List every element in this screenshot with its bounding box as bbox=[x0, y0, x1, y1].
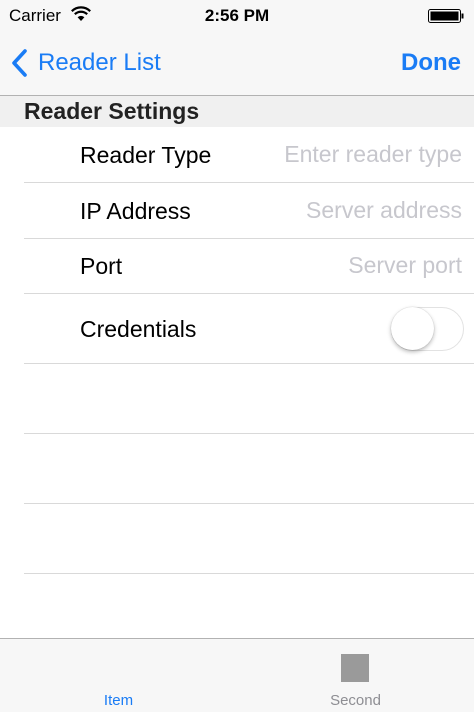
done-button[interactable]: Done bbox=[401, 46, 461, 80]
toggle-knob bbox=[391, 307, 434, 350]
reader-type-row: Reader Type bbox=[0, 127, 474, 183]
section-title: Reader Settings bbox=[24, 98, 200, 124]
credentials-toggle[interactable] bbox=[391, 307, 464, 351]
tab-second-label: Second bbox=[330, 692, 381, 709]
empty-row bbox=[0, 364, 474, 434]
credentials-label: Credentials bbox=[80, 316, 197, 342]
port-input[interactable] bbox=[212, 252, 462, 279]
row-separator bbox=[24, 573, 474, 574]
port-label: Port bbox=[80, 253, 123, 279]
battery-icon bbox=[428, 9, 464, 23]
tab-item-label: Item bbox=[103, 692, 134, 709]
navigation-bar: Reader List Done bbox=[0, 32, 474, 96]
tab-bar: Item Second bbox=[0, 638, 474, 712]
status-bar: Carrier 2:56 PM bbox=[0, 0, 474, 32]
chevron-left-icon bbox=[12, 49, 27, 77]
reader-type-input[interactable] bbox=[212, 141, 462, 168]
status-time: 2:56 PM bbox=[204, 6, 270, 25]
ip-address-input[interactable] bbox=[212, 197, 462, 224]
tab-second[interactable]: Second bbox=[237, 639, 474, 712]
credentials-row: Credentials bbox=[0, 294, 474, 364]
reader-type-label: Reader Type bbox=[80, 142, 212, 168]
ip-address-row: IP Address bbox=[0, 183, 474, 239]
empty-row bbox=[0, 504, 474, 574]
section-header: Reader Settings bbox=[0, 96, 474, 127]
square-icon bbox=[341, 654, 369, 682]
ip-address-label: IP Address bbox=[80, 198, 191, 224]
port-row: Port bbox=[0, 239, 474, 294]
empty-row bbox=[0, 434, 474, 504]
back-button-label: Reader List bbox=[38, 49, 161, 76]
tab-item[interactable]: Item bbox=[0, 639, 237, 712]
back-button[interactable]: Reader List bbox=[10, 46, 161, 80]
